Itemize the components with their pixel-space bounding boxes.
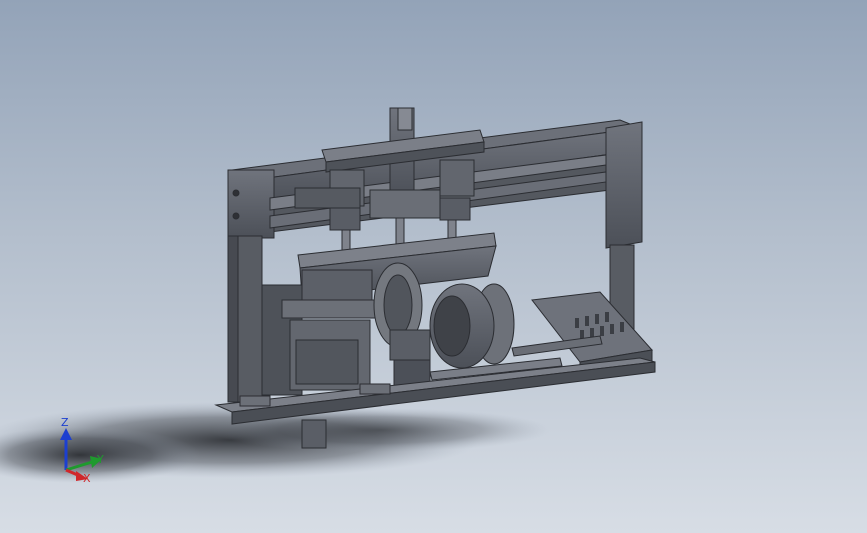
machine-assembly[interactable] xyxy=(214,107,656,449)
model-canvas[interactable]: Z Y X xyxy=(0,0,867,533)
z-axis-label: Z xyxy=(61,416,69,429)
y-axis-label: Y xyxy=(96,453,104,466)
x-axis-label: X xyxy=(83,472,91,485)
graphics-viewport[interactable]: Z Y X xyxy=(0,0,867,533)
